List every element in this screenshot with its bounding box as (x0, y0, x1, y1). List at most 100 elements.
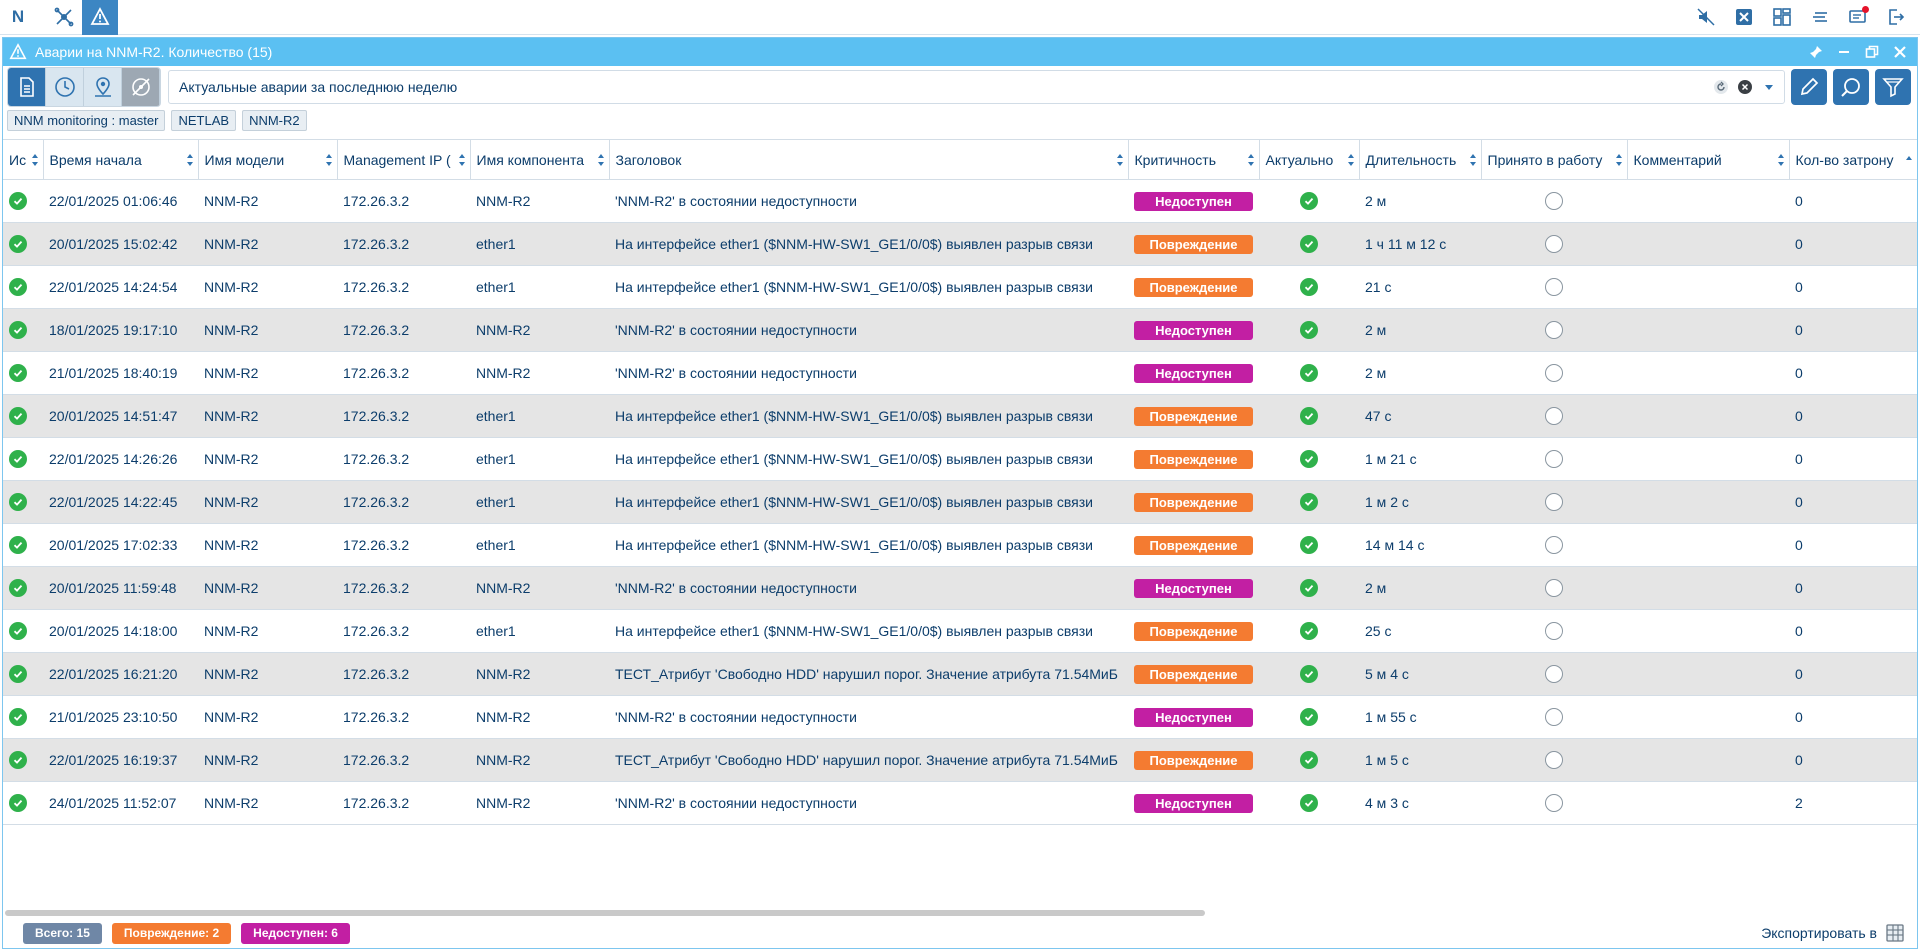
notifications-button[interactable] (1844, 3, 1872, 31)
column-header-management-ip[interactable]: Management IP ( (337, 139, 471, 180)
pin-button[interactable] (1807, 43, 1825, 61)
clear-filter-button[interactable] (1736, 78, 1754, 96)
chip-netlab[interactable]: NETLAB (171, 109, 237, 131)
app-logo[interactable]: N (0, 0, 36, 35)
column-header-affected-count[interactable]: Кол-во затрону (1789, 139, 1917, 180)
minimize-button[interactable] (1835, 43, 1853, 61)
table-row[interactable]: 21/01/2025 18:40:19 NNM-R2 172.26.3.2 NNM-R… (3, 351, 1917, 395)
table-row[interactable]: 22/01/2025 01:06:46 NNM-R2 172.26.3.2 NNM-R… (3, 179, 1917, 223)
cell-source (3, 222, 43, 266)
filter-search[interactable]: Актуальные аварии за последнюю неделю (168, 70, 1785, 104)
cell-accepted (1481, 609, 1627, 653)
table-row[interactable]: 20/01/2025 17:02:33 NNM-R2 172.26.3.2 ether… (3, 523, 1917, 567)
column-header-actual[interactable]: Актуально (1259, 139, 1360, 180)
table-row[interactable]: 20/01/2025 11:59:48 NNM-R2 172.26.3.2 NNM-R… (3, 566, 1917, 610)
accept-radio[interactable] (1545, 450, 1563, 469)
column-header-component-name[interactable]: Имя компонента (470, 139, 610, 180)
cell-comment[interactable] (1627, 781, 1789, 825)
chip-monitoring[interactable]: NNM monitoring : master (7, 109, 166, 131)
export-control[interactable]: Экспортировать в (1761, 923, 1917, 943)
cell-comment[interactable] (1627, 695, 1789, 739)
window-titlebar[interactable]: Аварии на NNM-R2. Количество (15) (3, 38, 1917, 66)
accept-radio[interactable] (1545, 407, 1563, 426)
unavailable-count-badge[interactable]: Недоступен: 6 (241, 922, 350, 944)
cell-comment[interactable] (1627, 394, 1789, 438)
cell-comment[interactable] (1627, 265, 1789, 309)
accept-radio[interactable] (1545, 192, 1563, 211)
close-button[interactable] (1891, 43, 1909, 61)
accept-radio[interactable] (1545, 536, 1563, 555)
column-header-duration[interactable]: Длительность (1359, 139, 1482, 180)
chip-nnm-r2[interactable]: NNM-R2 (242, 109, 307, 131)
table-row[interactable]: 22/01/2025 14:22:45 NNM-R2 172.26.3.2 ether… (3, 480, 1917, 524)
column-header-severity[interactable]: Критичность (1128, 139, 1260, 180)
accept-radio[interactable] (1545, 364, 1563, 383)
cell-comment[interactable] (1627, 609, 1789, 653)
timeline-view-button[interactable] (46, 68, 84, 106)
edit-filter-button[interactable] (1791, 69, 1827, 105)
accept-radio[interactable] (1545, 665, 1563, 684)
cell-comment[interactable] (1627, 566, 1789, 610)
column-header-start-time[interactable]: Время начала (43, 139, 199, 180)
accept-radio[interactable] (1545, 493, 1563, 512)
network-map-button[interactable] (46, 0, 82, 35)
mute-button[interactable] (1692, 3, 1720, 31)
cell-comment[interactable] (1627, 480, 1789, 524)
accept-radio[interactable] (1545, 751, 1563, 770)
maximize-button[interactable] (1863, 43, 1881, 61)
cell-comment[interactable] (1627, 523, 1789, 567)
column-header-title[interactable]: Заголовок (609, 139, 1129, 180)
cell-comment[interactable] (1627, 222, 1789, 266)
damage-count-badge[interactable]: Повреждение: 2 (111, 922, 232, 944)
table-row[interactable]: 18/01/2025 19:17:10 NNM-R2 172.26.3.2 NNM-R… (3, 308, 1917, 352)
cell-comment[interactable] (1627, 652, 1789, 696)
cell-accepted (1481, 781, 1627, 825)
accept-radio[interactable] (1545, 321, 1563, 340)
table-row[interactable]: 24/01/2025 11:52:07 NNM-R2 172.26.3.2 NNM-R… (3, 781, 1917, 825)
severity-badge: Повреждение (1134, 664, 1253, 684)
cell-title: 'NNM-R2' в состоянии недоступности (609, 351, 1128, 395)
reset-filter-button[interactable] (1712, 78, 1730, 96)
column-header-comment[interactable]: Комментарий (1627, 139, 1790, 180)
accept-radio[interactable] (1545, 794, 1563, 813)
column-header-model-name[interactable]: Имя модели (198, 139, 338, 180)
accept-radio[interactable] (1545, 579, 1563, 598)
list-button[interactable] (1806, 3, 1834, 31)
cell-comment[interactable] (1627, 351, 1789, 395)
cell-comment[interactable] (1627, 308, 1789, 352)
table-row[interactable]: 20/01/2025 15:02:42 NNM-R2 172.26.3.2 ether… (3, 222, 1917, 266)
cell-comment[interactable] (1627, 437, 1789, 481)
table-row[interactable]: 22/01/2025 14:24:54 NNM-R2 172.26.3.2 ether… (3, 265, 1917, 309)
filter-dropdown-button[interactable] (1760, 78, 1778, 96)
accept-radio[interactable] (1545, 235, 1563, 254)
dashboard-button[interactable] (1768, 3, 1796, 31)
accept-radio[interactable] (1545, 708, 1563, 727)
alarms-button[interactable] (82, 0, 118, 35)
table-row[interactable]: 21/01/2025 23:10:50 NNM-R2 172.26.3.2 NNM-R… (3, 695, 1917, 739)
topology-view-button[interactable] (122, 68, 160, 106)
table-row[interactable]: 22/01/2025 16:21:20 NNM-R2 172.26.3.2 NNM-R… (3, 652, 1917, 696)
sort-icon (1116, 154, 1123, 166)
table-row[interactable]: 20/01/2025 14:51:47 NNM-R2 172.26.3.2 ether… (3, 394, 1917, 438)
search-button[interactable] (1833, 69, 1869, 105)
cell-affected-count: 0 (1789, 179, 1917, 223)
alarm-icon (90, 7, 110, 25)
search-input[interactable]: Актуальные аварии за последнюю неделю (179, 79, 1712, 95)
table-row[interactable]: 22/01/2025 16:19:37 NNM-R2 172.26.3.2 NNM-R… (3, 738, 1917, 782)
accept-radio[interactable] (1545, 622, 1563, 641)
total-count-badge[interactable]: Всего: 15 (23, 922, 102, 944)
table-row[interactable]: 20/01/2025 14:18:00 NNM-R2 172.26.3.2 ether… (3, 609, 1917, 653)
column-header-source[interactable]: Ис (3, 139, 44, 180)
cell-comment[interactable] (1627, 738, 1789, 782)
column-header-accepted[interactable]: Принято в работу (1481, 139, 1628, 180)
list-view-button[interactable] (8, 68, 46, 106)
table-row[interactable]: 22/01/2025 14:26:26 NNM-R2 172.26.3.2 ether… (3, 437, 1917, 481)
map-view-button[interactable] (84, 68, 122, 106)
filter-settings-button[interactable] (1875, 69, 1911, 105)
cell-title: На интерфейсе ether1 ($NNM-HW-SW1_GE1/0/… (609, 437, 1128, 481)
close-all-button[interactable] (1730, 3, 1758, 31)
accept-radio[interactable] (1545, 278, 1563, 297)
horizontal-scrollbar[interactable] (5, 910, 1205, 916)
logout-button[interactable] (1882, 3, 1910, 31)
cell-comment[interactable] (1627, 179, 1789, 223)
